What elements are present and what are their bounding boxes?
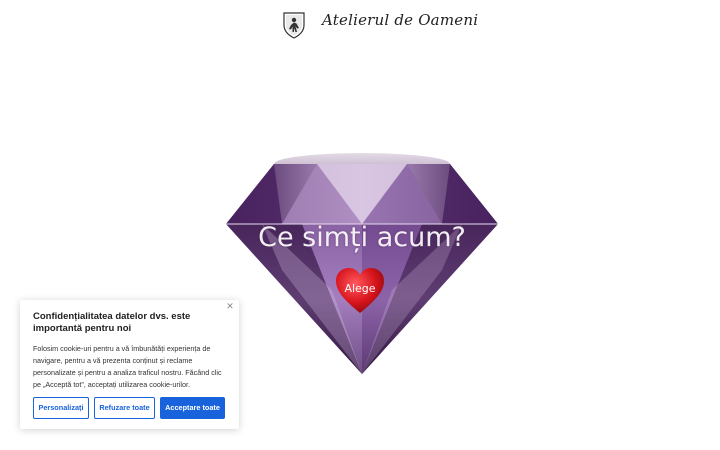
amethyst-diamond-image — [226, 153, 498, 374]
reject-all-button[interactable]: Refuzare toate — [94, 397, 155, 419]
hero-diamond: Ce simți acum? Alege — [222, 150, 502, 378]
close-icon[interactable]: ✕ — [225, 301, 235, 311]
shield-figure-icon[interactable] — [282, 11, 306, 39]
cookie-button-row: Personalizați Refuzare toate Acceptare t… — [33, 397, 233, 419]
customize-button[interactable]: Personalizați — [33, 397, 89, 419]
cookie-consent-banner: ✕ Confidențialitatea datelor dvs. este i… — [20, 300, 239, 429]
hero-heading: Ce simți acum? — [258, 222, 466, 253]
cookie-description: Folosim cookie-uri pentru a vă îmbunătăț… — [33, 344, 222, 389]
accept-all-button[interactable]: Acceptare toate — [160, 397, 225, 419]
heart-button-label: Alege — [344, 282, 376, 295]
choose-heart-button[interactable]: Alege — [334, 266, 386, 316]
site-header: Atelierul de Oameni — [0, 0, 720, 50]
cookie-title: Confidențialitatea datelor dvs. este imp… — [33, 311, 191, 334]
brand-name[interactable]: Atelierul de Oameni — [322, 11, 478, 29]
